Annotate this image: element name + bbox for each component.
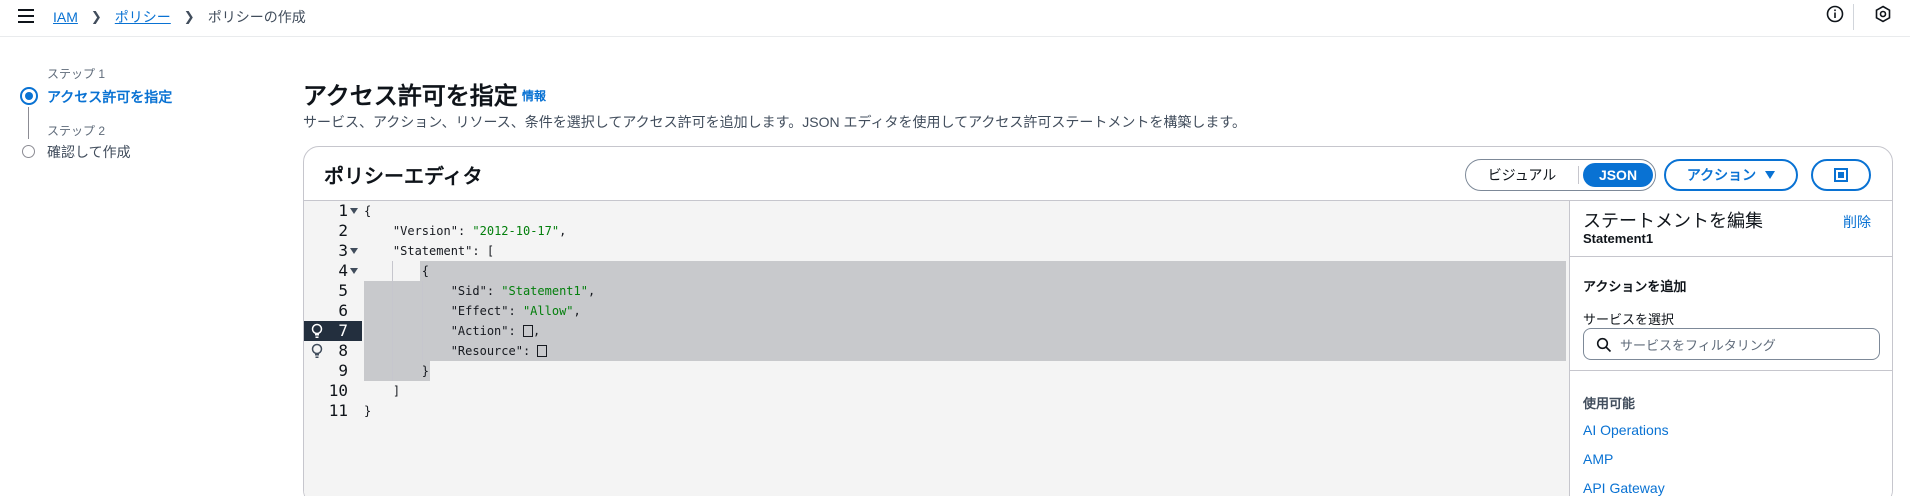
code-line: } bbox=[421, 364, 430, 378]
code-line: "Version": "2012-10-17", bbox=[392, 224, 567, 238]
code-line: "Effect": "Allow", bbox=[450, 304, 581, 318]
code-editor[interactable]: 1 2 3 4 5 6 7 8 9 10 11 {"Version": "20… bbox=[304, 201, 1569, 496]
empty-array bbox=[537, 345, 548, 357]
chevron-right-icon: ❯ bbox=[183, 9, 195, 24]
segment-divider bbox=[1578, 166, 1579, 184]
selection-highlight bbox=[420, 261, 1566, 281]
panel-title: ステートメントを編集 bbox=[1583, 211, 1763, 231]
line-gutter: 1 2 3 4 5 6 7 8 9 10 11 bbox=[304, 201, 362, 496]
actions-label: アクション bbox=[1686, 167, 1757, 183]
panel-divider bbox=[1570, 256, 1892, 257]
statement-edit-panel: ステートメントを編集 削除 Statement1 アクションを追加 サービスを選… bbox=[1569, 201, 1892, 496]
code-line: { bbox=[421, 264, 430, 278]
breadcrumb-current: ポリシーの作成 bbox=[207, 9, 306, 25]
available-heading: 使用可能 bbox=[1583, 396, 1636, 411]
service-filter bbox=[1583, 328, 1880, 360]
code-line: "Action": , bbox=[450, 324, 541, 338]
fold-arrow-icon[interactable] bbox=[350, 208, 358, 214]
actions-dropdown-button[interactable]: アクション bbox=[1664, 159, 1798, 191]
code-text[interactable]: { "Version": "2012-10-17", "Statement": … bbox=[362, 201, 1569, 496]
editor-title: ポリシーエディタ bbox=[324, 166, 483, 188]
service-link-ai-operations[interactable]: AI Operations bbox=[1583, 422, 1669, 438]
delete-statement-link[interactable]: 削除 bbox=[1843, 212, 1871, 232]
line-number: 3 bbox=[304, 241, 362, 261]
breadcrumb: IAM ❯ ポリシー ❯ ポリシーの作成 bbox=[53, 7, 306, 27]
step-1-sub: ステップ 1 bbox=[47, 67, 106, 81]
statement-name: Statement1 bbox=[1583, 231, 1654, 246]
step-connector bbox=[28, 107, 29, 139]
fold-arrow-icon[interactable] bbox=[350, 248, 358, 254]
menu-icon[interactable] bbox=[18, 9, 34, 23]
fullscreen-button[interactable] bbox=[1811, 159, 1871, 191]
step-1-indicator bbox=[20, 87, 38, 105]
line-number: 10 bbox=[328, 381, 348, 400]
toolbar-divider bbox=[1853, 4, 1854, 30]
page-description: サービス、アクション、リソース、条件を選択してアクセス許可を追加します。JSON… bbox=[303, 114, 1246, 130]
service-link-amp[interactable]: AMP bbox=[1583, 451, 1613, 467]
code-line: "Resource": bbox=[364, 341, 548, 361]
chevron-right-icon: ❯ bbox=[90, 9, 102, 24]
caret-down-icon bbox=[1765, 171, 1776, 179]
step-2-indicator bbox=[22, 145, 35, 158]
empty-array bbox=[522, 325, 533, 337]
line-number: 1 bbox=[304, 201, 362, 221]
step-1-label[interactable]: アクセス許可を指定 bbox=[47, 87, 172, 107]
mode-visual-button[interactable]: ビジュアル bbox=[1466, 160, 1578, 190]
wizard-steps: ステップ 1 アクセス許可を指定 ステップ 2 確認して作成 bbox=[0, 37, 300, 496]
step-2-label: 確認して作成 bbox=[47, 144, 131, 160]
fullscreen-icon bbox=[1834, 168, 1848, 182]
code-line: } bbox=[364, 404, 372, 418]
select-service-label: サービスを選択 bbox=[1583, 312, 1675, 327]
code-line: "Sid": "Statement1", bbox=[450, 284, 596, 298]
service-filter-input[interactable] bbox=[1620, 335, 1870, 355]
breadcrumb-policies-link[interactable]: ポリシー bbox=[115, 7, 171, 27]
lightbulb-icon[interactable] bbox=[310, 323, 324, 339]
service-link-api-gateway[interactable]: API Gateway bbox=[1583, 480, 1665, 496]
lightbulb-icon[interactable] bbox=[310, 343, 324, 359]
add-action-heading: アクションを追加 bbox=[1583, 279, 1687, 294]
step-2-sub: ステップ 2 bbox=[47, 124, 106, 138]
info-link[interactable]: 情報 bbox=[522, 87, 546, 104]
code-line: { bbox=[364, 204, 372, 218]
top-navigation-bar: IAM ❯ ポリシー ❯ ポリシーの作成 bbox=[0, 0, 1910, 37]
code-line: ] bbox=[392, 384, 401, 398]
line-number: 5 bbox=[338, 281, 348, 300]
line-number: 6 bbox=[338, 301, 348, 320]
page-title: アクセス許可を指定 bbox=[303, 83, 518, 110]
editor-mode-toggle: ビジュアル JSON bbox=[1465, 159, 1656, 191]
line-number: 9 bbox=[338, 361, 348, 380]
line-number: 8 bbox=[304, 341, 362, 361]
breadcrumb-iam-link[interactable]: IAM bbox=[53, 9, 78, 25]
panel-divider bbox=[1570, 370, 1892, 371]
line-number-active: 7 bbox=[304, 321, 362, 341]
search-icon bbox=[1596, 337, 1612, 353]
line-number: 2 bbox=[338, 221, 348, 240]
code-line: "Statement": [ bbox=[392, 244, 495, 258]
line-number: 11 bbox=[328, 401, 348, 420]
settings-icon[interactable] bbox=[1874, 5, 1892, 23]
mode-json-button[interactable]: JSON bbox=[1583, 163, 1653, 187]
policy-editor: ポリシーエディタ ビジュアル JSON アクション 1 2 3 4 5 6 7 … bbox=[303, 146, 1893, 496]
fold-arrow-icon[interactable] bbox=[350, 268, 358, 274]
line-number: 4 bbox=[304, 261, 362, 281]
info-icon[interactable] bbox=[1826, 5, 1844, 23]
